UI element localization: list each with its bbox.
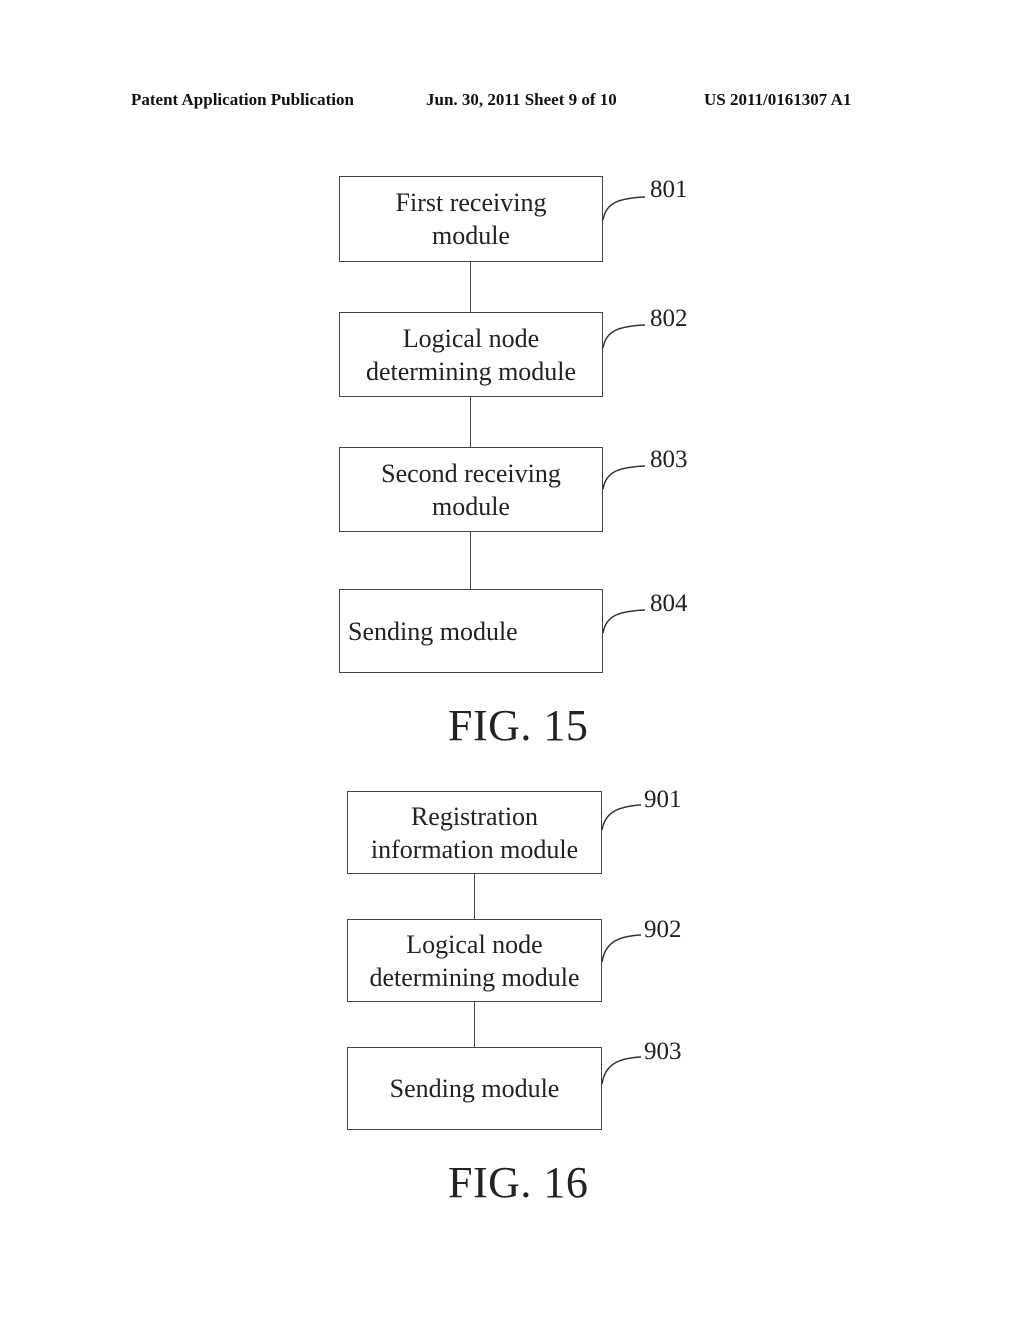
- module-label-line1: Registration: [410, 801, 539, 831]
- module-label-line1: Logical node: [402, 323, 540, 353]
- module-box-802: Logical node determining module: [339, 312, 603, 397]
- connector-line: [470, 397, 471, 447]
- ref-number-801: 801: [650, 176, 688, 203]
- ref-number-803: 803: [650, 446, 688, 473]
- module-box-801: First receiving module: [339, 176, 603, 262]
- module-label-line2: module: [431, 491, 510, 521]
- module-label-line1: Sending module: [389, 1074, 560, 1103]
- ref-number-903: 903: [644, 1038, 682, 1065]
- module-label-line2: module: [431, 221, 510, 250]
- leader-line-803: [602, 465, 646, 490]
- figure-label-15: FIG. 15: [448, 701, 589, 750]
- module-box-803: Second receiving module: [339, 447, 603, 532]
- module-label-line2: determining module: [365, 356, 577, 386]
- module-box-804: Sending module: [339, 589, 603, 673]
- connector-line: [470, 532, 471, 589]
- module-label-line1: Second receiving: [381, 458, 561, 488]
- connector-line: [470, 262, 471, 312]
- ref-number-901: 901: [644, 786, 682, 813]
- header-publication: Patent Application Publication: [131, 90, 354, 109]
- ref-number-802: 802: [650, 305, 688, 332]
- connector-line: [474, 1002, 475, 1047]
- ref-number-804: 804: [650, 590, 688, 617]
- connector-line: [474, 874, 475, 919]
- leader-line-804: [602, 609, 646, 634]
- module-label-line2: information module: [370, 834, 579, 864]
- module-label-line1: Sending module: [348, 616, 518, 646]
- leader-line-903: [601, 1056, 642, 1085]
- leader-line-801: [602, 196, 646, 221]
- module-box-903: Sending module: [347, 1047, 602, 1130]
- module-box-902: Logical node determining module: [347, 919, 602, 1002]
- header-patent-number: US 2011/0161307 A1: [704, 90, 852, 109]
- header-date-sheet: Jun. 30, 2011 Sheet 9 of 10: [426, 90, 617, 109]
- module-box-901: Registration information module: [347, 791, 602, 874]
- leader-line-802: [602, 324, 646, 349]
- figure-label-16: FIG. 16: [448, 1158, 589, 1207]
- leader-line-902: [601, 934, 642, 963]
- module-label-line1: Logical node: [406, 929, 543, 959]
- module-label-line2: determining module: [369, 962, 580, 992]
- ref-number-902: 902: [644, 916, 682, 943]
- module-label-line1: First receiving: [395, 188, 547, 217]
- leader-line-901: [601, 804, 642, 831]
